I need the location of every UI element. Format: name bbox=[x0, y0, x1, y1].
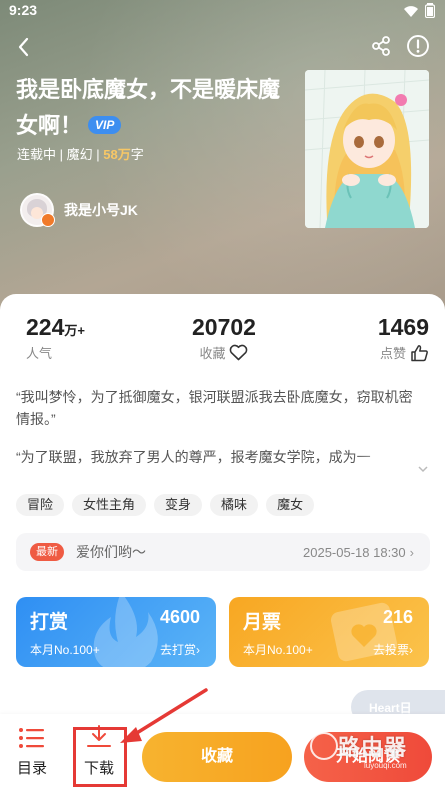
catalog-label: 目录 bbox=[16, 760, 47, 777]
meta-separator: | bbox=[56, 147, 67, 162]
book-meta: 连载中 | 魔幻 | 58万字 bbox=[17, 144, 144, 163]
book-cover-illustration bbox=[305, 70, 429, 228]
book-synopsis[interactable]: “我叫梦怜，为了抵御魔女，银河联盟派我去卧底魔女，窃取机密情报。” “为了联盟，… bbox=[16, 386, 421, 484]
ticket-rank: 本月No.100+ bbox=[243, 643, 313, 657]
reward-action[interactable]: 去打赏› bbox=[160, 641, 200, 658]
wifi-icon bbox=[404, 5, 418, 17]
stats-row: 224万+ 人气 20702 收藏 1469 点赞 bbox=[0, 314, 445, 364]
book-title: 我是卧底魔女，不是暖床魔女啊！ VIP bbox=[16, 72, 284, 144]
router-logo-icon bbox=[310, 732, 338, 760]
thumbs-up-icon[interactable] bbox=[410, 344, 429, 362]
likes-label: 点赞 bbox=[379, 346, 406, 361]
book-cover[interactable] bbox=[305, 70, 429, 228]
word-count-suffix: 字 bbox=[130, 147, 144, 162]
top-toolbar bbox=[0, 30, 445, 64]
tag-list: 冒险 女性主角 变身 橘味 魔女 bbox=[16, 494, 315, 516]
vip-badge: VIP bbox=[88, 116, 122, 134]
tag-item[interactable]: 女性主角 bbox=[72, 494, 147, 516]
download-highlight-box bbox=[73, 727, 127, 787]
favorites-label-row: 收藏 bbox=[192, 343, 256, 362]
tag-item[interactable]: 变身 bbox=[154, 494, 203, 516]
status-bar: 9:23 bbox=[0, 0, 445, 22]
book-status: 连载中 bbox=[17, 147, 57, 162]
favorites-value: 20702 bbox=[192, 314, 256, 340]
chevron-left-icon[interactable] bbox=[12, 34, 36, 60]
share-icon[interactable] bbox=[369, 34, 393, 58]
reward-card[interactable]: 打赏 4600 本月No.100+ 去打赏› bbox=[16, 597, 216, 667]
chevron-right-icon: › bbox=[409, 544, 414, 560]
add-to-favorites-button[interactable]: 收藏 bbox=[142, 732, 292, 782]
watermark-logo: 路由器 luyouqi.com bbox=[308, 728, 438, 778]
author-name[interactable]: 我是小号JK bbox=[64, 200, 138, 220]
likes-value: 1469 bbox=[377, 314, 429, 340]
catalog-button[interactable]: 目录 bbox=[12, 726, 52, 778]
stat-likes[interactable]: 1469 点赞 bbox=[378, 314, 429, 362]
book-genre: 魔幻 bbox=[66, 147, 93, 162]
author-info[interactable]: 我是小号JK bbox=[20, 193, 138, 227]
latest-chapter-date: 2025-05-18 18:30 bbox=[303, 544, 406, 560]
ticket-title: 月票 bbox=[243, 612, 282, 633]
synopsis-paragraph: “为了联盟，我放弃了男人的尊严，报考魔女学院，成为一 bbox=[16, 446, 421, 468]
meta-separator: | bbox=[92, 147, 104, 162]
favorites-label: 收藏 bbox=[199, 346, 226, 361]
tag-item[interactable]: 橘味 bbox=[210, 494, 259, 516]
reward-value: 4600 bbox=[159, 607, 200, 627]
book-title-text: 我是卧底魔女，不是暖床魔女啊！ bbox=[16, 77, 281, 138]
synopsis-paragraph: “我叫梦怜，为了抵御魔女，银河联盟派我去卧底魔女，窃取机密情报。” bbox=[16, 389, 413, 427]
latest-chapter[interactable]: 最新 爱你们哟～ 2025-05-18 18:30 › bbox=[16, 533, 430, 571]
popularity-label: 人气 bbox=[26, 346, 53, 361]
latest-chapter-title: 爱你们哟～ bbox=[76, 544, 146, 560]
chevron-down-icon[interactable] bbox=[417, 464, 429, 474]
ticket-value: 216 bbox=[382, 607, 413, 627]
heart-outline-icon[interactable] bbox=[229, 344, 248, 361]
tag-item[interactable]: 冒险 bbox=[16, 494, 65, 516]
reward-title: 打赏 bbox=[30, 612, 69, 633]
likes-label-row: 点赞 bbox=[378, 343, 429, 362]
status-time: 9:23 bbox=[9, 2, 38, 18]
tag-item[interactable]: 魔女 bbox=[266, 494, 315, 516]
author-badge-icon bbox=[41, 213, 55, 227]
stat-favorites[interactable]: 20702 收藏 bbox=[192, 314, 256, 362]
list-icon bbox=[19, 728, 44, 748]
info-icon[interactable] bbox=[405, 33, 431, 59]
ticket-action[interactable]: 去投票› bbox=[373, 641, 413, 658]
author-avatar[interactable] bbox=[20, 193, 55, 227]
status-icons bbox=[403, 3, 435, 18]
book-word-count: 58万 bbox=[103, 147, 131, 162]
latest-badge: 最新 bbox=[30, 543, 64, 561]
battery-icon bbox=[425, 3, 435, 18]
reward-rank: 本月No.100+ bbox=[30, 643, 100, 657]
watermark-url: luyouqi.com bbox=[364, 761, 407, 770]
popularity-value: 224 bbox=[26, 314, 65, 340]
stat-popularity: 224万+ 人气 bbox=[26, 314, 85, 362]
popularity-unit: 万+ bbox=[64, 323, 85, 338]
watermark-title: 路由器 bbox=[338, 735, 408, 760]
monthly-ticket-card[interactable]: 月票 216 本月No.100+ 去投票› bbox=[229, 597, 429, 667]
